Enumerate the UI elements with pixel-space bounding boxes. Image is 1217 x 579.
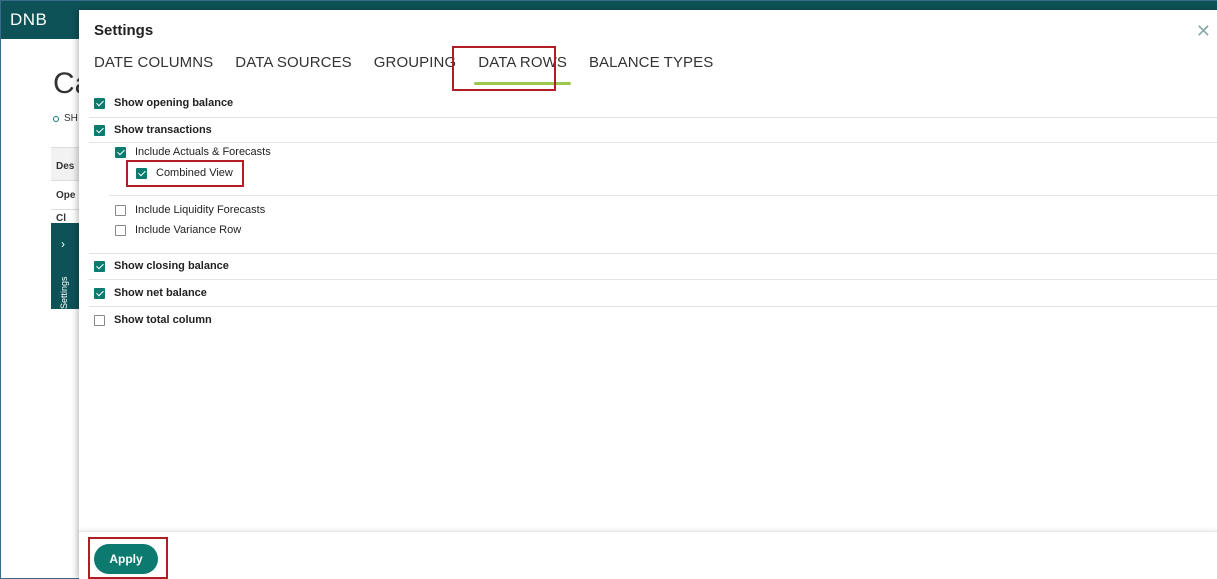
- modal-footer: Apply: [79, 531, 1217, 579]
- logo-text: DNB: [10, 10, 48, 29]
- settings-side-tab-label: Settings: [59, 276, 69, 309]
- option-variance-row[interactable]: Include Variance Row: [115, 224, 241, 236]
- option-opening-balance[interactable]: Show opening balance: [94, 97, 233, 109]
- tab-grouping[interactable]: GROUPING: [374, 54, 456, 79]
- status-ring-icon: [53, 115, 59, 122]
- option-actuals-forecasts[interactable]: Include Actuals & Forecasts: [115, 146, 271, 158]
- divider: [89, 279, 1217, 280]
- actuals-forecasts-checkbox[interactable]: [115, 146, 126, 158]
- settings-side-tab[interactable]: › Settings: [51, 223, 81, 309]
- settings-modal: Settings ✕ DATE COLUMNS DATA SOURCES GRO…: [79, 10, 1217, 579]
- divider: [89, 117, 1217, 118]
- transactions-checkbox[interactable]: [94, 124, 105, 136]
- option-net-balance[interactable]: Show net balance: [94, 287, 207, 299]
- liquidity-forecasts-checkbox[interactable]: [115, 204, 126, 216]
- settings-tabs: DATE COLUMNS DATA SOURCES GROUPING DATA …: [94, 54, 735, 85]
- option-transactions[interactable]: Show transactions: [94, 124, 212, 136]
- net-balance-label: Show net balance: [114, 287, 207, 299]
- table-header-cell: Des: [51, 147, 81, 181]
- total-column-checkbox[interactable]: [94, 314, 105, 326]
- option-total-column[interactable]: Show total column: [94, 314, 212, 326]
- page-subtitle: SH: [53, 113, 78, 124]
- net-balance-checkbox[interactable]: [94, 287, 105, 299]
- tab-balance-types[interactable]: BALANCE TYPES: [589, 54, 713, 79]
- liquidity-forecasts-label: Include Liquidity Forecasts: [135, 204, 266, 216]
- opening-balance-label: Show opening balance: [114, 97, 234, 109]
- tab-data-sources[interactable]: DATA SOURCES: [235, 54, 352, 79]
- dnb-logo[interactable]: DNB: [1, 1, 79, 39]
- opening-balance-checkbox[interactable]: [94, 97, 105, 109]
- closing-balance-label: Show closing balance: [114, 260, 229, 272]
- variance-row-checkbox[interactable]: [115, 224, 126, 236]
- modal-title: Settings: [94, 22, 154, 39]
- highlight-box-apply: [88, 537, 168, 579]
- chevron-right-icon: ›: [61, 237, 65, 251]
- closing-balance-checkbox[interactable]: [94, 260, 105, 272]
- tab-date-columns[interactable]: DATE COLUMNS: [94, 54, 213, 79]
- transactions-label: Show transactions: [114, 124, 212, 136]
- actuals-forecasts-label: Include Actuals & Forecasts: [135, 146, 271, 158]
- option-liquidity-forecasts[interactable]: Include Liquidity Forecasts: [115, 204, 265, 216]
- total-column-label: Show total column: [114, 314, 212, 326]
- divider: [89, 253, 1217, 254]
- divider: [89, 306, 1217, 307]
- divider: [89, 142, 1217, 143]
- divider: [109, 195, 1217, 196]
- close-icon[interactable]: ✕: [1196, 22, 1211, 40]
- highlight-box-data-rows: [452, 46, 556, 91]
- option-closing-balance[interactable]: Show closing balance: [94, 260, 229, 272]
- variance-row-label: Include Variance Row: [135, 224, 242, 236]
- highlight-box-combined-view: [126, 160, 244, 187]
- table-row: Ope: [51, 182, 81, 210]
